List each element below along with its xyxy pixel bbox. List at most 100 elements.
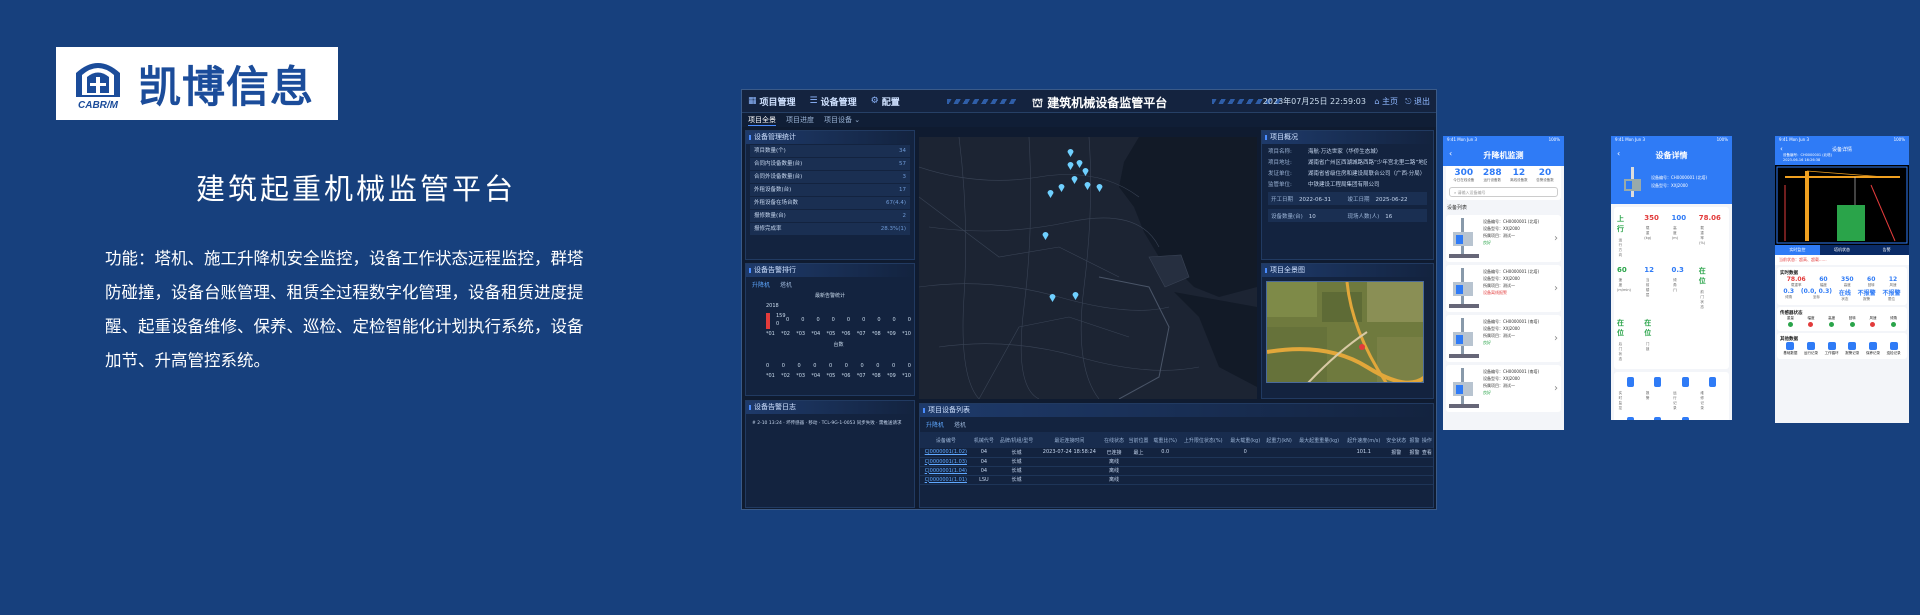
brand-name: 凯博信息 <box>138 62 314 113</box>
sensor-card: 传感器状态 重量 幅度 高度 回转 风速 倾角 <box>1777 307 1907 331</box>
more-label: 运行记录 <box>1803 351 1818 355</box>
search-input[interactable]: ⌕ 请输入设备编号 <box>1449 187 1558 197</box>
table-cell <box>1263 475 1295 485</box>
action-item[interactable]: 设备档案 <box>1672 415 1699 420</box>
metric-label: 前门状态 <box>1700 290 1704 309</box>
device-link[interactable]: CJ0000001(1.01) <box>920 475 972 485</box>
table-cell <box>1383 466 1409 476</box>
more-item[interactable]: 巡检记录 <box>1887 342 1901 356</box>
table-header-cell: 起升速度(m/s) <box>1343 432 1384 448</box>
action-item[interactable]: 报警 <box>1644 375 1671 415</box>
action-item[interactable]: 保养记录 <box>1617 415 1644 420</box>
metric-label: 当前楼层 <box>1645 278 1650 297</box>
stat-label: 运行设备数 <box>1483 178 1501 182</box>
table-row[interactable]: CJ0000001(1.04) 04 长城 离线 <box>920 466 1433 476</box>
satellite-image[interactable] <box>1266 281 1424 383</box>
map-pin-icon[interactable] <box>1084 175 1091 190</box>
sensor-item: 高度 <box>1828 316 1835 328</box>
realtime-item: 在线 状态 <box>1839 288 1851 302</box>
map-pin-icon[interactable] <box>1047 183 1054 198</box>
action-item[interactable]: 实时监控 <box>1617 375 1644 415</box>
device-link[interactable]: CJ0000001(1.03) <box>920 457 972 467</box>
nav-device[interactable]: ☰ 设备管理 <box>810 95 857 108</box>
table-row[interactable]: CJ0000001(1.03) 04 长城 离线 <box>920 457 1433 467</box>
action-item[interactable]: 巡检记录 <box>1644 415 1671 420</box>
more-item[interactable]: 运行记录 <box>1804 342 1818 356</box>
map-pin-icon[interactable] <box>1049 287 1056 302</box>
sensor-label: 倾角 <box>1890 316 1898 320</box>
stat-item: 288 运行设备数 <box>1483 168 1502 183</box>
tab-alarm[interactable]: 告警 <box>1864 245 1909 255</box>
back-icon[interactable]: ‹ <box>1617 149 1620 158</box>
desktop-topbar: ▦ 项目管理 ☰ 设备管理 ⚙ 配置 ⛫ 建筑机械设备监管平台 2023年07月25日… <box>742 90 1436 113</box>
action-item[interactable]: 维修记录 <box>1699 375 1726 415</box>
device-link[interactable]: CJ0000001(1.04) <box>920 466 972 476</box>
brand-logo: CABR/M 凯博信息 <box>56 47 338 120</box>
panel-title: 设备管理统计 <box>746 131 914 144</box>
realtime-item: (0.0, 0.3) 坐标 <box>1801 288 1832 302</box>
more-item[interactable]: 保养记录 <box>1866 342 1880 356</box>
table-header-cell: 最大载重(kg) <box>1226 432 1264 448</box>
tab-tower[interactable]: 塔机 <box>780 280 792 289</box>
action-item[interactable]: 运行记录 <box>1672 375 1699 415</box>
subtab-overview[interactable]: 项目全景 <box>748 115 776 126</box>
table-row[interactable]: CJ0000001(1.01) LSU 长城 离线 <box>920 475 1433 485</box>
back-icon[interactable]: ‹ <box>1780 145 1783 153</box>
tab-elevator[interactable]: 升降机 <box>926 420 944 429</box>
stat-label: 告警设备数 <box>1536 178 1554 182</box>
tab-realtime[interactable]: 实时监控 <box>1775 245 1820 255</box>
map-pin-icon[interactable] <box>1071 169 1078 184</box>
realtime-value: 不报警 <box>1857 290 1876 297</box>
table-row[interactable]: CJ0000001(1.02) 04 长城 2023-07-24 18:58:24 已连… <box>920 448 1433 458</box>
list-item[interactable]: 设备编号：CH0000001 (北塔) 设备型号：XXJ2000 所属项目：测试一设… <box>1446 265 1561 312</box>
table-cell <box>1343 475 1384 485</box>
metric-label: 后门状态 <box>1618 342 1623 361</box>
nav-project[interactable]: ▦ 项目管理 <box>748 95 796 108</box>
metric-item: 在位 前门状态 <box>1699 262 1726 314</box>
realtime-label: 报警 <box>1863 297 1871 301</box>
exit-button[interactable]: ⎋ 退出 <box>1405 96 1430 107</box>
list-item[interactable]: 设备编号：CH0000001 (南塔) 设备型号：XXJ2000 所属项目：测试一良… <box>1446 315 1561 362</box>
map-pin-icon[interactable] <box>1042 225 1049 240</box>
map-pin-icon[interactable] <box>1067 155 1074 170</box>
map-pin-icon[interactable] <box>1067 142 1074 157</box>
map-pin-icon[interactable] <box>1096 177 1103 192</box>
tab-tower[interactable]: 塔机 <box>954 420 966 429</box>
sensor-label: 高度 <box>1828 316 1836 320</box>
realtime-value: (0.0, 0.3) <box>1800 288 1832 295</box>
map-pin-icon[interactable] <box>1072 285 1079 300</box>
nav-config[interactable]: ⚙ 配置 <box>871 95 900 108</box>
metric-value: 350 <box>1644 214 1659 222</box>
info-grid-key: 开工日期 <box>1271 196 1294 203</box>
device-link[interactable]: CJ0000001(1.02) <box>920 448 972 458</box>
more-item[interactable]: 基础数据 <box>1783 342 1797 356</box>
device-id: 设备编号：CH0000001 (南塔) <box>1483 369 1540 374</box>
more-label: 工作循环 <box>1824 351 1839 355</box>
subtab-devices[interactable]: 项目设备 ⌄ <box>824 115 860 125</box>
tab-elevator[interactable]: 升降机 <box>752 280 770 289</box>
phone-device-detail: 9:41 Mon Jun 3 100% ‹ 设备详情 设备编号：CH0000001 … <box>1611 136 1732 420</box>
rank-value: 0 <box>766 363 770 369</box>
more-item[interactable]: 报警记录 <box>1845 342 1859 356</box>
realtime-value: 60 <box>1867 276 1876 283</box>
home-button[interactable]: ⌂ 主页 <box>1374 96 1398 107</box>
list-item[interactable]: 设备编号：CH0000001 (北塔) 设备型号：XXJ2000 所属项目：测试一良… <box>1446 215 1561 262</box>
elevator-icon <box>1449 368 1479 408</box>
project-map[interactable] <box>919 137 1257 399</box>
list-item[interactable]: 设备编号：CH0000001 (南塔) 设备型号：XXJ2000 所属项目：测试一良… <box>1446 365 1561 412</box>
table-cell <box>1179 466 1227 476</box>
cabr-logo-icon: CABR/M <box>70 57 126 111</box>
back-icon[interactable]: ‹ <box>1449 149 1452 158</box>
device-place: 所属项目：测试一 <box>1483 233 1515 238</box>
more-item[interactable]: 工作循环 <box>1825 342 1839 356</box>
map-pin-icon[interactable] <box>1082 161 1089 176</box>
more-icon <box>1806 342 1815 350</box>
stat-item: 20 告警设备数 <box>1536 168 1554 183</box>
subtab-progress[interactable]: 项目进度 <box>786 115 814 125</box>
rank-xtick: *06 <box>841 373 851 379</box>
info-grid-value: 10 <box>1308 213 1316 220</box>
map-pin-icon[interactable] <box>1058 177 1065 192</box>
log-entry[interactable]: # 2-10 13:24 · 坏传感器 · 移动 · TCL-9G-1-0053… <box>746 414 914 432</box>
phone-tower-detail: 9:41 Mon Jun 3 100% ‹ 设备详情 设备编号：CH0000001 … <box>1775 136 1909 423</box>
tab-status[interactable]: 塔机状态 <box>1820 245 1865 255</box>
